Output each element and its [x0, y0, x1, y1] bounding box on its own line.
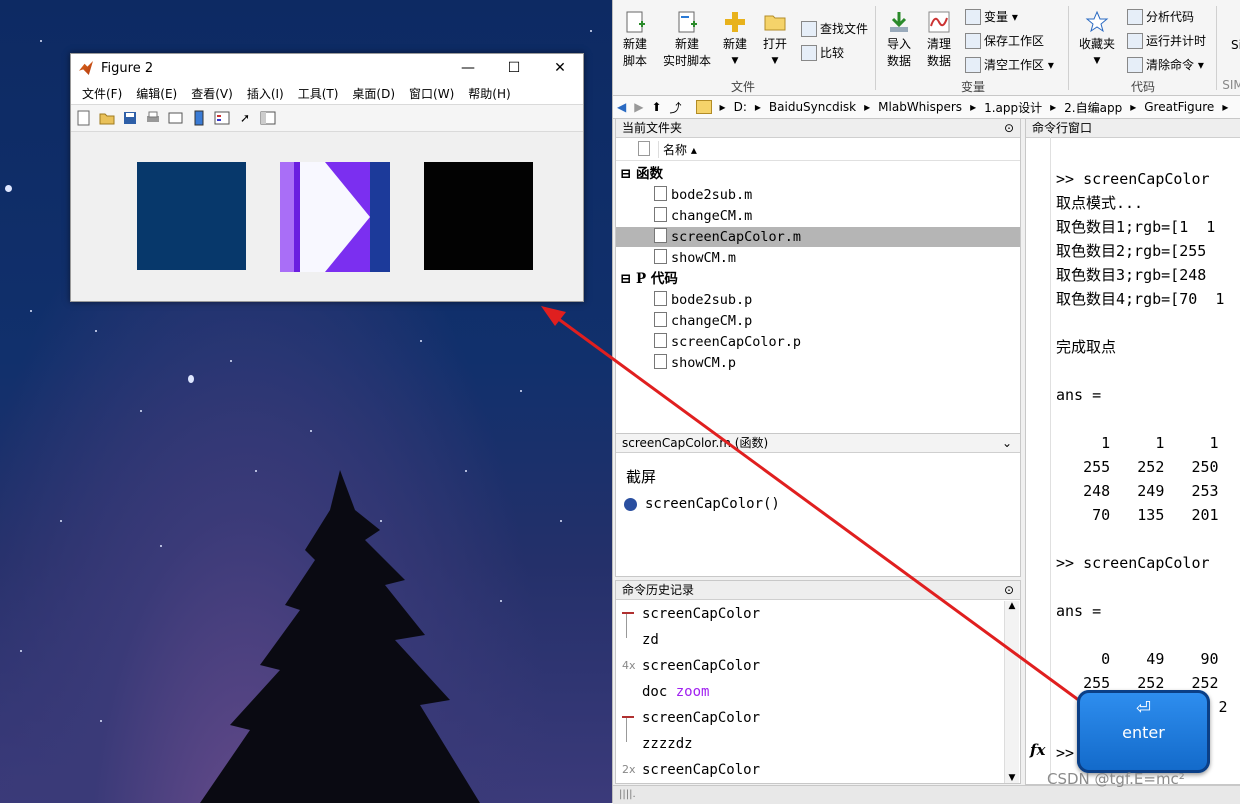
- enter-key-label: enter: [1122, 723, 1165, 742]
- enter-key-overlay: ⏎ enter: [1077, 690, 1210, 773]
- return-arrow-icon: ⏎: [1135, 698, 1152, 719]
- annotation-arrow: [541, 306, 1096, 714]
- watermark: CSDN @tgf.E=mc²: [1047, 770, 1185, 788]
